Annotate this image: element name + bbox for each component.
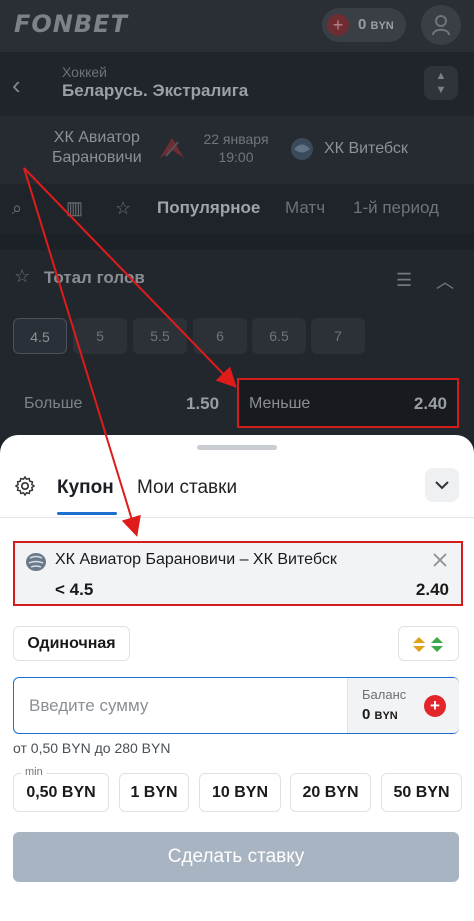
stake-amount-input[interactable] (15, 679, 345, 732)
balance-label: Баланс (362, 687, 407, 702)
stake-range-hint: от 0,50 BYN до 280 BYN (13, 740, 171, 756)
tab-coupon-indicator (57, 512, 117, 515)
team2-name: ХК Витебск (324, 140, 408, 157)
min-label: min (22, 766, 46, 778)
plus-icon: + (327, 14, 349, 36)
line-chip[interactable]: 5 (73, 318, 127, 354)
bet-card: ХК Авиатор Барановичи – ХК Витебск < 4.5… (13, 541, 463, 606)
chevron-up-icon[interactable]: ︿ (436, 268, 454, 294)
header-balance: 0 BYN (358, 16, 394, 33)
league-navbar: ‹ Хоккей Беларусь. Экстралига ▲ ▼ (0, 52, 474, 116)
search-icon[interactable]: ⌕ (12, 198, 22, 219)
under-odd: 2.40 (413, 394, 447, 413)
quick-amount-button[interactable]: 20 BYN (290, 773, 371, 812)
tab-match[interactable]: Матч (285, 198, 325, 218)
under-label: Меньше (249, 395, 311, 412)
collapse-coupon-button[interactable] (425, 468, 459, 502)
tab-coupon[interactable]: Купон (57, 477, 114, 499)
tab-my-bets[interactable]: Мои ставки (137, 477, 237, 499)
line-chip[interactable]: 4.5 (13, 318, 67, 354)
over-label[interactable]: Больше (24, 395, 82, 413)
line-chip[interactable]: 7 (311, 318, 365, 354)
hockey-puck-icon (26, 553, 46, 571)
market-title: Тотал голов (44, 268, 145, 287)
league-switch-button[interactable]: ▲ ▼ (424, 66, 458, 100)
stake-amount-field: Баланс 0 BYN + (13, 677, 459, 734)
menu-icon[interactable]: ☰ (396, 270, 412, 291)
odds-change-settings-button[interactable] (398, 626, 459, 661)
quick-amount-button[interactable]: 1 BYN (119, 773, 189, 812)
top-bar: FONBET + 0 BYN (0, 0, 474, 52)
star-icon[interactable]: ☆ (14, 266, 30, 287)
quick-amount-button[interactable]: 50 BYN (381, 773, 462, 812)
user-icon (432, 15, 450, 36)
header-balance-button[interactable]: + 0 BYN (322, 8, 406, 42)
star-icon[interactable]: ☆ (115, 198, 131, 219)
tab-popular[interactable]: Популярное (157, 198, 260, 218)
close-icon[interactable] (431, 551, 449, 569)
market-tabs: ⌕ ▥ ☆ Популярное Матч 1-й период (0, 184, 474, 234)
tab-first-period[interactable]: 1-й период (353, 198, 439, 218)
sheet-handle[interactable] (197, 445, 277, 450)
stats-icon[interactable]: ▥ (66, 198, 83, 219)
back-arrow-icon[interactable]: ‹ (12, 70, 21, 101)
quick-amount-button[interactable]: 10 BYN (199, 773, 281, 812)
quick-amount-button[interactable]: 0,50 BYN (13, 773, 109, 812)
add-funds-button[interactable]: + (424, 695, 446, 717)
league-title: Беларусь. Экстралига (62, 81, 249, 100)
line-chip[interactable]: 5.5 (133, 318, 187, 354)
under-outcome-button[interactable]: Меньше 2.40 (237, 378, 459, 428)
divider (0, 517, 474, 518)
chevron-down-icon: ▼ (435, 84, 447, 96)
gear-icon[interactable] (14, 475, 36, 497)
place-bet-button[interactable]: Сделать ставку (13, 832, 459, 882)
team1-logo-icon (160, 138, 184, 158)
line-chip[interactable]: 6 (193, 318, 247, 354)
line-chip[interactable]: 6.5 (252, 318, 306, 354)
bet-event-name: ХК Авиатор Барановичи – ХК Витебск (55, 551, 337, 568)
balance-value: 0 BYN (362, 706, 398, 723)
bet-coefficient: 2.40 (415, 580, 449, 599)
team2-logo-icon (291, 138, 313, 160)
chevron-up-icon: ▲ (435, 70, 447, 82)
bet-type-selector[interactable]: Одиночная (13, 626, 130, 661)
sport-label: Хоккей (62, 64, 107, 80)
odds-change-icon (413, 637, 443, 652)
chevron-down-icon (435, 481, 449, 490)
bet-outcome: < 4.5 (55, 580, 94, 599)
match-header: ХК Авиатор Барановичи 22 января 19:00 ХК В… (0, 116, 474, 184)
match-datetime: 22 января 19:00 (203, 131, 269, 165)
fonbet-logo[interactable]: FONBET (14, 10, 128, 38)
profile-button[interactable] (421, 5, 461, 45)
over-odd[interactable]: 1.50 (186, 394, 219, 414)
team1-name: ХК Авиатор Барановичи (52, 129, 142, 166)
balance-panel: Баланс 0 BYN + (347, 678, 459, 733)
